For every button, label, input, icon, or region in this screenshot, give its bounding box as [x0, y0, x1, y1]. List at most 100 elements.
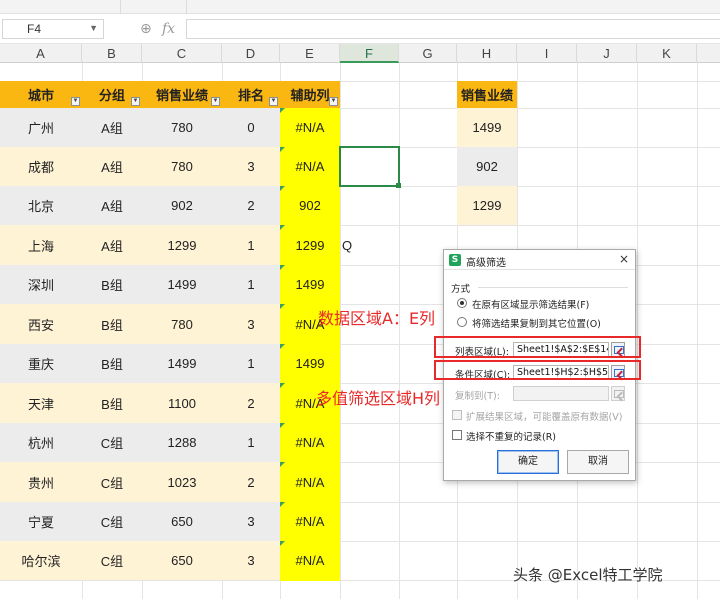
table-cell-group[interactable]: A组 — [82, 225, 142, 265]
filter-dropdown-icon[interactable]: ▼ — [329, 97, 338, 106]
table-cell-group[interactable]: C组 — [82, 541, 142, 580]
table-cell-sales[interactable]: 780 — [142, 147, 222, 186]
table-cell-rank[interactable]: 1 — [222, 344, 280, 383]
table-cell-helper[interactable]: #N/A — [280, 541, 340, 580]
table-cell-rank[interactable]: 3 — [222, 541, 280, 580]
column-header-j[interactable]: J — [577, 44, 637, 63]
table-cell-sales[interactable]: 1023 — [142, 462, 222, 502]
criteria-value[interactable]: 1299 — [457, 186, 517, 225]
table-cell-rank[interactable]: 2 — [222, 462, 280, 502]
table-cell-sales[interactable]: 1499 — [142, 265, 222, 304]
column-header-b[interactable]: B — [82, 44, 142, 63]
filter-dropdown-icon[interactable]: ▼ — [71, 97, 80, 106]
table-cell-helper[interactable]: #N/A — [280, 108, 340, 147]
table-header-city[interactable]: 城市 ▼ — [0, 81, 82, 108]
column-header-g[interactable]: G — [399, 44, 457, 63]
table-cell-helper[interactable]: #N/A — [280, 147, 340, 186]
table-cell-helper[interactable]: 1299 — [280, 225, 340, 265]
zoom-function-icon[interactable]: ⊕ — [140, 21, 152, 37]
table-cell-city[interactable]: 北京 — [0, 186, 82, 225]
chevron-down-icon[interactable]: ▼ — [89, 23, 98, 33]
table-cell-sales[interactable]: 1100 — [142, 383, 222, 423]
cancel-button[interactable]: 取消 — [567, 450, 629, 474]
table-cell-rank[interactable]: 0 — [222, 108, 280, 147]
table-cell-group[interactable]: A组 — [82, 147, 142, 186]
table-cell-group[interactable]: B组 — [82, 344, 142, 383]
table-cell-group[interactable]: A组 — [82, 108, 142, 147]
table-cell-city[interactable]: 成都 — [0, 147, 82, 186]
table-header-group[interactable]: 分组 ▼ — [82, 81, 142, 108]
criteria-value[interactable]: 1499 — [457, 108, 517, 147]
table-cell-sales[interactable]: 902 — [142, 186, 222, 225]
table-cell-sales[interactable]: 650 — [142, 541, 222, 580]
table-cell-city[interactable]: 贵州 — [0, 462, 82, 502]
radio-copy[interactable] — [457, 317, 467, 327]
table-cell-helper[interactable]: #N/A — [280, 462, 340, 502]
dialog-titlebar[interactable]: S 高级筛选 × — [444, 250, 635, 270]
option-copy-label[interactable]: 将筛选结果复制到其它位置(O) — [472, 316, 601, 330]
table-cell-rank[interactable]: 3 — [222, 147, 280, 186]
option-in-place-label[interactable]: 在原有区域显示筛选结果(F) — [472, 297, 589, 311]
table-cell-rank[interactable]: 2 — [222, 383, 280, 423]
column-header-a[interactable]: A — [0, 44, 82, 63]
ok-button[interactable]: 确定 — [497, 450, 559, 474]
criteria-header[interactable]: 销售业绩 — [457, 81, 517, 108]
formula-input[interactable] — [186, 19, 720, 39]
table-cell-sales[interactable]: 650 — [142, 502, 222, 541]
column-header-d[interactable]: D — [222, 44, 280, 63]
table-cell-city[interactable]: 西安 — [0, 304, 82, 344]
table-cell-group[interactable]: B组 — [82, 265, 142, 304]
radio-in-place[interactable] — [457, 298, 467, 308]
table-cell-rank[interactable]: 3 — [222, 304, 280, 344]
table-header-rank[interactable]: 排名 ▼ — [222, 81, 280, 108]
unique-label[interactable]: 选择不重复的记录(R) — [466, 429, 556, 443]
column-header-i[interactable]: I — [517, 44, 577, 63]
table-cell-helper[interactable]: 1499 — [280, 265, 340, 304]
table-cell-city[interactable]: 上海 — [0, 225, 82, 265]
table-cell-helper[interactable]: #N/A — [280, 423, 340, 462]
table-cell-group[interactable]: C组 — [82, 423, 142, 462]
column-header-k[interactable]: K — [637, 44, 697, 63]
copy-to-input[interactable] — [513, 386, 609, 401]
table-cell-city[interactable]: 深圳 — [0, 265, 82, 304]
table-cell-sales[interactable]: 780 — [142, 108, 222, 147]
table-cell-city[interactable]: 宁夏 — [0, 502, 82, 541]
table-cell-group[interactable]: B组 — [82, 383, 142, 423]
table-cell-city[interactable]: 天津 — [0, 383, 82, 423]
expand-checkbox[interactable] — [452, 410, 462, 420]
table-cell-rank[interactable]: 1 — [222, 423, 280, 462]
table-cell-helper[interactable]: 1499 — [280, 344, 340, 383]
fill-handle[interactable] — [396, 183, 401, 188]
close-icon[interactable]: × — [619, 252, 629, 266]
table-cell-group[interactable]: C组 — [82, 502, 142, 541]
table-cell-city[interactable]: 哈尔滨 — [0, 541, 82, 580]
table-cell-sales[interactable]: 1499 — [142, 344, 222, 383]
fx-icon[interactable]: fx — [162, 21, 175, 37]
table-cell-helper[interactable]: 902 — [280, 186, 340, 225]
table-cell-rank[interactable]: 1 — [222, 265, 280, 304]
column-header-f[interactable]: F — [340, 44, 399, 63]
table-cell-group[interactable]: A组 — [82, 186, 142, 225]
table-cell-city[interactable]: 重庆 — [0, 344, 82, 383]
column-header-c[interactable]: C — [142, 44, 222, 63]
table-header-sales[interactable]: 销售业绩 ▼ — [142, 81, 222, 108]
criteria-value[interactable]: 902 — [457, 147, 517, 186]
table-cell-sales[interactable]: 1288 — [142, 423, 222, 462]
table-cell-group[interactable]: C组 — [82, 462, 142, 502]
filter-dropdown-icon[interactable]: ▼ — [269, 97, 278, 106]
table-cell-sales[interactable]: 780 — [142, 304, 222, 344]
stray-cell-text[interactable]: Q — [340, 225, 354, 265]
column-header-h[interactable]: H — [457, 44, 517, 63]
table-cell-city[interactable]: 杭州 — [0, 423, 82, 462]
table-cell-group[interactable]: B组 — [82, 304, 142, 344]
column-header-e[interactable]: E — [280, 44, 340, 63]
table-cell-helper[interactable]: #N/A — [280, 502, 340, 541]
table-cell-rank[interactable]: 1 — [222, 225, 280, 265]
table-cell-city[interactable]: 广州 — [0, 108, 82, 147]
name-box[interactable]: F4 ▼ — [2, 19, 104, 39]
table-cell-sales[interactable]: 1299 — [142, 225, 222, 265]
table-cell-rank[interactable]: 2 — [222, 186, 280, 225]
table-cell-rank[interactable]: 3 — [222, 502, 280, 541]
range-picker-icon[interactable] — [611, 386, 625, 401]
unique-checkbox[interactable] — [452, 430, 462, 440]
